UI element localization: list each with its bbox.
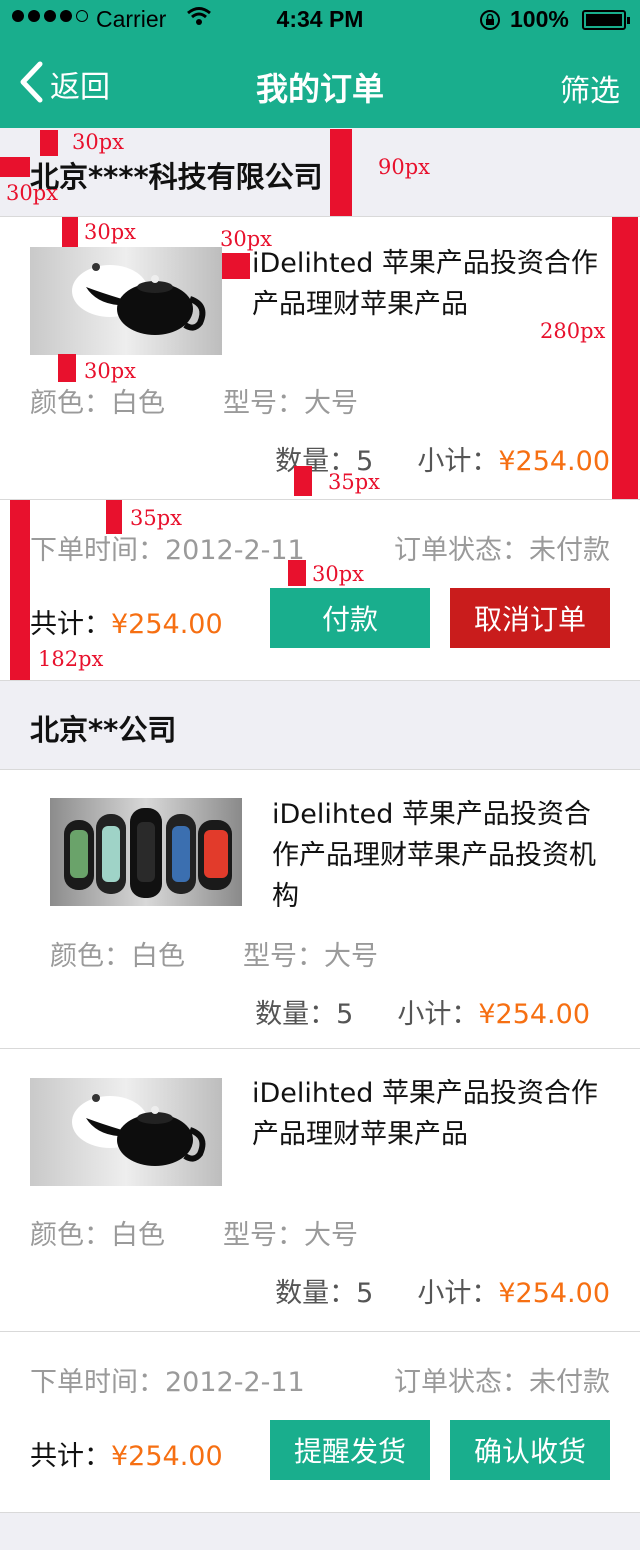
nav-bar: 返回 我的订单 筛选 bbox=[0, 40, 640, 128]
quantity-subtotal-line: 数量：5 小计：¥254.00 bbox=[255, 992, 590, 1031]
product-name: iDelihted 苹果产品投资合作产品理财苹果产品投资机构 bbox=[272, 799, 596, 912]
status-bar: Carrier 4:34 PM 100% bbox=[0, 0, 640, 40]
product-model: 型号：大号 bbox=[223, 388, 358, 419]
order-item-card[interactable]: iDelihted 苹果产品投资合作产品理财苹果产品投资机构 颜色：白色 型号：大… bbox=[0, 770, 640, 1049]
order-total: 共计：¥254.00 bbox=[30, 1434, 223, 1473]
company-name: 北京****科技有限公司 bbox=[30, 160, 323, 194]
order-item-card[interactable]: iDelihted 苹果产品投资合作产品理财苹果产品 颜色：白色 型号：大号 数量… bbox=[0, 1049, 640, 1332]
annotation-marker bbox=[0, 157, 30, 177]
product-attributes: 颜色：白色 型号：大号 bbox=[30, 381, 416, 420]
order-footer: 下单时间：2012-2-11 订单状态：未付款 共计：¥254.00 提醒发货 … bbox=[0, 1332, 640, 1513]
total-label: 共计： bbox=[30, 609, 111, 640]
annotation-label: 30px bbox=[6, 181, 59, 205]
chevron-left-icon bbox=[18, 61, 44, 107]
product-model: 型号：大号 bbox=[223, 1220, 358, 1251]
product-name: iDelihted 苹果产品投资合作产品理财苹果产品 bbox=[252, 248, 598, 320]
product-image-teapot bbox=[30, 1078, 222, 1186]
annotation-label: 182px bbox=[38, 647, 104, 671]
product-color: 颜色：白色 bbox=[30, 388, 165, 419]
quantity: 数量：5 bbox=[255, 999, 354, 1030]
remind-shipping-button[interactable]: 提醒发货 bbox=[270, 1420, 430, 1480]
annotation-marker bbox=[58, 354, 76, 382]
product-model: 型号：大号 bbox=[243, 941, 378, 972]
pay-button[interactable]: 付款 bbox=[270, 588, 430, 648]
annotation-label: 90px bbox=[378, 155, 431, 179]
annotation-marker bbox=[294, 466, 312, 496]
back-label: 返回 bbox=[50, 70, 110, 105]
order-time: 下单时间：2012-2-11 bbox=[30, 535, 305, 566]
annotation-marker bbox=[10, 500, 30, 680]
product-image-smartwatch bbox=[50, 798, 242, 906]
product-name: iDelihted 苹果产品投资合作产品理财苹果产品 bbox=[252, 1078, 598, 1150]
annotation-marker bbox=[330, 129, 352, 216]
quantity: 数量：5 bbox=[275, 1278, 374, 1309]
annotation-marker bbox=[222, 253, 250, 279]
battery-icon bbox=[582, 10, 630, 30]
annotation-label: 30px bbox=[312, 562, 365, 586]
order-time: 下单时间：2012-2-11 bbox=[30, 1367, 305, 1398]
annotation-label: 30px bbox=[220, 227, 273, 251]
company-name: 北京**公司 bbox=[30, 713, 177, 747]
annotation-marker bbox=[40, 130, 58, 156]
subtotal-label: 小计： bbox=[417, 446, 499, 477]
subtotal-price: ¥254.00 bbox=[478, 999, 590, 1030]
subtotal-price: ¥254.00 bbox=[498, 1278, 610, 1309]
annotation-marker bbox=[612, 217, 638, 499]
confirm-receipt-button[interactable]: 确认收货 bbox=[450, 1420, 610, 1480]
annotation-label: 35px bbox=[328, 470, 381, 494]
annotation-marker bbox=[106, 500, 122, 534]
subtotal-price: ¥254.00 bbox=[498, 446, 610, 477]
total-price: ¥254.00 bbox=[111, 609, 223, 640]
annotation-marker bbox=[62, 217, 78, 247]
cancel-order-button[interactable]: 取消订单 bbox=[450, 588, 610, 648]
battery-percent: 100% bbox=[510, 6, 569, 32]
annotation-marker bbox=[288, 560, 306, 586]
quantity-subtotal-line: 数量：5 小计：¥254.00 bbox=[275, 439, 610, 478]
subtotal-label: 小计： bbox=[397, 999, 479, 1030]
product-color: 颜色：白色 bbox=[30, 1220, 165, 1251]
order-status: 订单状态：未付款 bbox=[394, 535, 610, 566]
annotation-label: 30px bbox=[72, 130, 125, 154]
quantity-subtotal-line: 数量：5 小计：¥254.00 bbox=[275, 1271, 610, 1310]
rotation-lock-icon bbox=[478, 8, 502, 38]
total-label: 共计： bbox=[30, 1441, 111, 1472]
filter-button[interactable]: 筛选 bbox=[560, 66, 620, 110]
product-color: 颜色：白色 bbox=[50, 941, 185, 972]
company-header: 北京**公司 bbox=[0, 681, 640, 770]
back-button[interactable]: 返回 bbox=[18, 61, 110, 107]
annotation-label: 30px bbox=[84, 220, 137, 244]
order-total: 共计：¥254.00 bbox=[30, 602, 223, 641]
annotation-label: 35px bbox=[130, 506, 183, 530]
total-price: ¥254.00 bbox=[111, 1441, 223, 1472]
product-image-teapot bbox=[30, 247, 222, 355]
subtotal-label: 小计： bbox=[417, 1278, 499, 1309]
annotation-label: 30px bbox=[84, 359, 137, 383]
order-status: 订单状态：未付款 bbox=[394, 1367, 610, 1398]
annotation-label: 280px bbox=[540, 319, 606, 343]
product-attributes: 颜色：白色 型号：大号 bbox=[30, 1213, 416, 1252]
product-attributes: 颜色：白色 型号：大号 bbox=[50, 934, 436, 973]
